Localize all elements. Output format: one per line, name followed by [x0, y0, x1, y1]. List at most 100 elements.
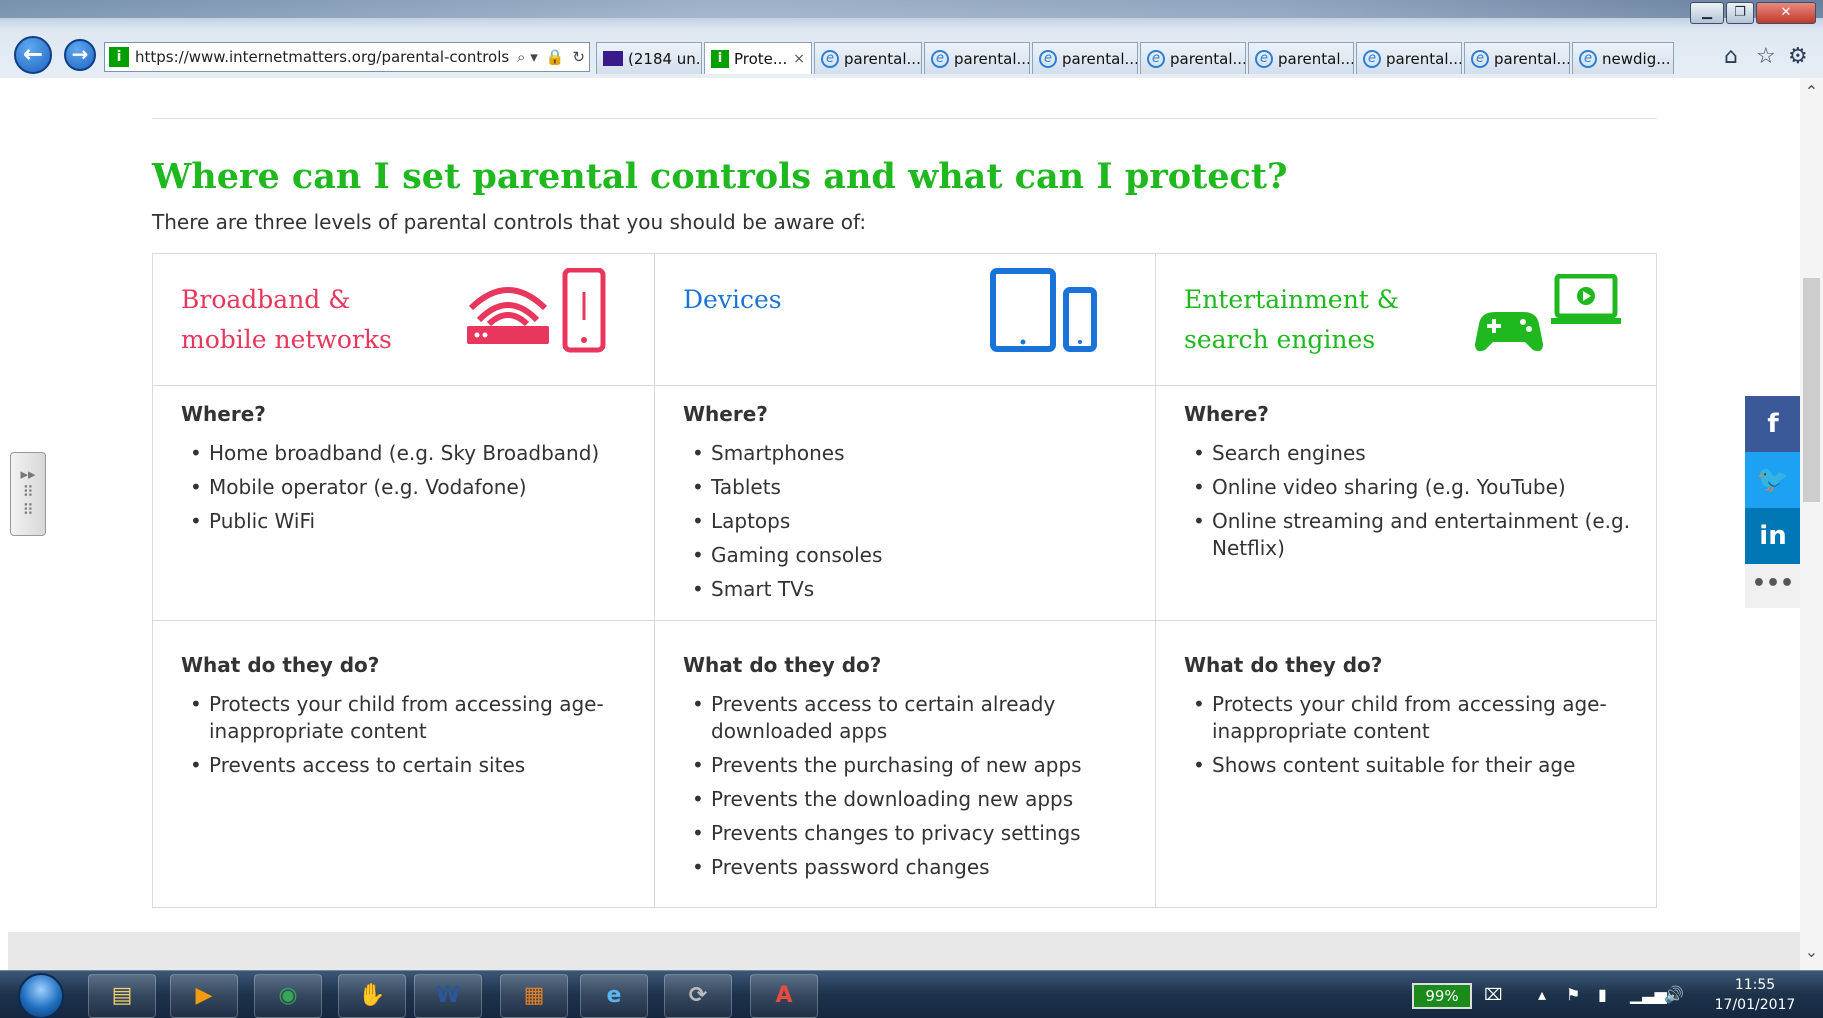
home-icon[interactable]: ⌂: [1724, 44, 1738, 69]
tab-label: parental...: [844, 49, 921, 68]
dpad: [1492, 319, 1496, 333]
volume-icon[interactable]: 🔊: [1664, 985, 1684, 1004]
gamepad-laptop-icon: [1475, 274, 1621, 352]
phone-button: [581, 337, 587, 343]
controls-table: Broadband & mobile networks Where? Home …: [152, 253, 1657, 908]
router-led: [474, 332, 480, 338]
clock-time: 11:55: [1734, 977, 1776, 993]
what-list: Protects your child from accessing age-i…: [181, 691, 631, 786]
list-item: Tablets: [683, 474, 1133, 501]
list-item: Laptops: [683, 508, 1133, 535]
forward-button[interactable]: →: [64, 39, 96, 71]
lock-icon[interactable]: 🔒: [542, 48, 569, 66]
web-page: Where can I set parental controls and wh…: [8, 78, 1800, 970]
ie-page-icon: e: [1363, 49, 1381, 68]
facebook-share-button[interactable]: f: [1745, 396, 1800, 452]
search-icon[interactable]: ⌕ ▾: [513, 48, 542, 66]
list-item: Prevents the downloading new apps: [683, 786, 1133, 813]
browser-tab[interactable]: e parental...: [924, 42, 1030, 74]
list-item: Prevents access to certain sites: [181, 752, 631, 779]
tab-label: (2184 un...: [628, 49, 702, 68]
show-hidden-icons-icon[interactable]: ▴: [1538, 985, 1546, 1004]
browser-tab[interactable]: e parental...: [1356, 42, 1462, 74]
browser-tab[interactable]: e parental...: [1140, 42, 1246, 74]
system-clock[interactable]: 11:55 17/01/2017: [1700, 975, 1810, 1015]
ie-page-icon: e: [1039, 49, 1057, 68]
linkedin-share-button[interactable]: in: [1745, 508, 1800, 564]
tab-close-icon[interactable]: ×: [793, 51, 805, 67]
tablet-outline: [990, 268, 1056, 352]
browser-chrome: ▁ ❐ ✕ ← → i https://www.internetmatters.…: [0, 0, 1823, 78]
internet-explorer-icon[interactable]: e: [580, 974, 648, 1018]
list-item: Shows content suitable for their age: [1184, 752, 1634, 779]
ie-page-icon: e: [1255, 49, 1273, 68]
side-panel-handle[interactable]: ▸▸ ⠿ ⠿: [10, 452, 46, 536]
tablet-phone-icon: [990, 268, 1097, 352]
browser-tab[interactable]: i Prote... ×: [704, 42, 812, 74]
category-title-line: mobile networks: [181, 325, 392, 354]
chrome-icon[interactable]: ◉: [254, 974, 322, 1018]
file-explorer-icon[interactable]: ▤: [88, 974, 156, 1018]
what-heading: What do they do?: [683, 653, 882, 677]
favorites-star-icon[interactable]: ☆: [1756, 44, 1776, 69]
presentation-icon[interactable]: ▦: [500, 974, 568, 1018]
tab-label: parental...: [1494, 49, 1570, 68]
category-title-line: Entertainment &: [1184, 285, 1400, 314]
category-title-devices: Devices: [683, 280, 943, 320]
restore-button[interactable]: ❐: [1726, 2, 1754, 24]
address-bar[interactable]: i https://www.internetmatters.org/parent…: [104, 42, 590, 72]
sync-app-icon[interactable]: ⟳: [664, 974, 732, 1018]
section-heading: Where can I set parental controls and wh…: [152, 156, 1288, 197]
list-item: Prevents changes to privacy settings: [683, 820, 1133, 847]
what-heading: What do they do?: [1184, 653, 1383, 677]
power-plug-icon[interactable]: ⌧: [1484, 985, 1502, 1004]
browser-tab[interactable]: e parental...: [1464, 42, 1570, 74]
start-button[interactable]: [18, 973, 64, 1018]
tab-label: parental...: [1170, 49, 1246, 68]
tab-label: parental...: [1062, 49, 1138, 68]
word-icon[interactable]: W: [414, 974, 482, 1018]
divider: [152, 118, 1657, 119]
app-icon[interactable]: ✋: [338, 974, 406, 1018]
close-window-button[interactable]: ✕: [1756, 2, 1816, 24]
browser-tab[interactable]: e parental...: [1032, 42, 1138, 74]
laptop-base: [1551, 318, 1621, 324]
scroll-down-arrow-icon[interactable]: ⌄: [1800, 940, 1823, 964]
list-item: Online video sharing (e.g. YouTube): [1184, 474, 1634, 501]
site-favicon-icon: i: [109, 47, 129, 67]
acrobat-icon[interactable]: A: [750, 974, 818, 1018]
page-footer-strip: [8, 932, 1800, 970]
battery-indicator[interactable]: 99%: [1412, 983, 1472, 1009]
screen: ▁ ❐ ✕ ← → i https://www.internetmatters.…: [0, 0, 1823, 1018]
column-devices: Devices Where? Smartphones Tablets Laptops…: [654, 254, 1155, 907]
ie-page-icon: e: [1471, 49, 1489, 68]
what-heading: What do they do?: [181, 653, 380, 677]
ie-page-icon: e: [931, 49, 949, 68]
browser-tab[interactable]: (2184 un...: [596, 42, 702, 74]
what-list: Protects your child from accessing age-i…: [1184, 691, 1634, 786]
category-title-line: search engines: [1184, 325, 1376, 354]
minimize-button[interactable]: ▁: [1690, 2, 1724, 24]
browser-tab[interactable]: e newdig...: [1572, 42, 1674, 74]
more-share-button[interactable]: •••: [1745, 564, 1800, 608]
tab-label: newdig...: [1602, 49, 1671, 68]
vertical-scrollbar[interactable]: ⌃ ⌄: [1800, 78, 1823, 970]
action-center-flag-icon[interactable]: ⚑: [1566, 985, 1580, 1004]
network-icon[interactable]: ▮: [1598, 985, 1607, 1004]
back-button[interactable]: ←: [14, 36, 52, 74]
tablet-button: [1020, 339, 1026, 345]
twitter-share-button[interactable]: 🐦: [1745, 452, 1800, 508]
url-text[interactable]: https://www.internetmatters.org/parental…: [135, 48, 513, 66]
scroll-thumb[interactable]: [1803, 278, 1820, 502]
browser-tab[interactable]: e parental...: [1248, 42, 1354, 74]
settings-gear-icon[interactable]: ⚙: [1788, 44, 1808, 69]
refresh-icon[interactable]: ↻: [568, 48, 589, 66]
browser-tab[interactable]: e parental...: [814, 42, 922, 74]
list-item: Home broadband (e.g. Sky Broadband): [181, 440, 631, 467]
media-player-icon[interactable]: ▶: [170, 974, 238, 1018]
signal-bars-icon[interactable]: ▁▃▅: [1630, 985, 1667, 1004]
scroll-up-arrow-icon[interactable]: ⌃: [1800, 80, 1823, 104]
category-title-line: Devices: [683, 285, 782, 314]
wifi-arc: [486, 312, 530, 327]
intro-text: There are three levels of parental contr…: [152, 210, 867, 234]
